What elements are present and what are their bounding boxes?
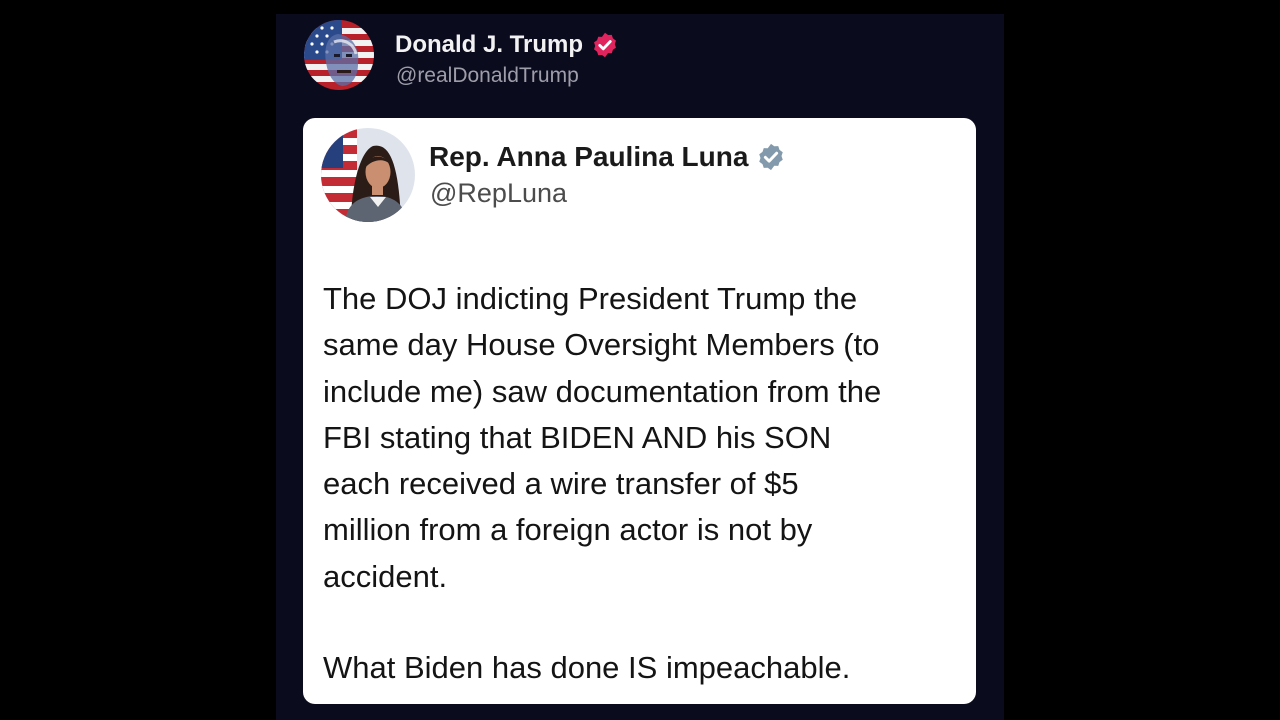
author-handle[interactable]: @realDonaldTrump xyxy=(396,64,579,88)
verified-badge-icon xyxy=(591,31,619,59)
verified-badge-icon xyxy=(756,142,786,172)
outer-post: Donald J. Trump @realDonaldTrump Rep. An… xyxy=(276,14,1004,720)
post-header: Donald J. Trump @realDonaldTrump xyxy=(304,18,984,94)
author-name-row: Donald J. Trump xyxy=(395,28,619,62)
quoted-author-handle[interactable]: @RepLuna xyxy=(430,178,567,209)
quoted-post-closing-text: What Biden has done IS impeachable. xyxy=(323,650,851,685)
quoted-avatar[interactable] xyxy=(321,128,415,222)
avatar[interactable] xyxy=(304,20,374,90)
portrait-with-flag-icon xyxy=(321,128,415,222)
quoted-post-text: The DOJ indicting President Trump the sa… xyxy=(323,281,882,594)
quoted-name-row: Rep. Anna Paulina Luna xyxy=(429,138,786,176)
author-name[interactable]: Donald J. Trump xyxy=(395,31,583,59)
american-flag-portrait-icon xyxy=(304,20,374,90)
quoted-author-name[interactable]: Rep. Anna Paulina Luna xyxy=(429,141,748,173)
quoted-post-card[interactable]: Rep. Anna Paulina Luna @RepLuna The DOJ … xyxy=(303,118,976,704)
